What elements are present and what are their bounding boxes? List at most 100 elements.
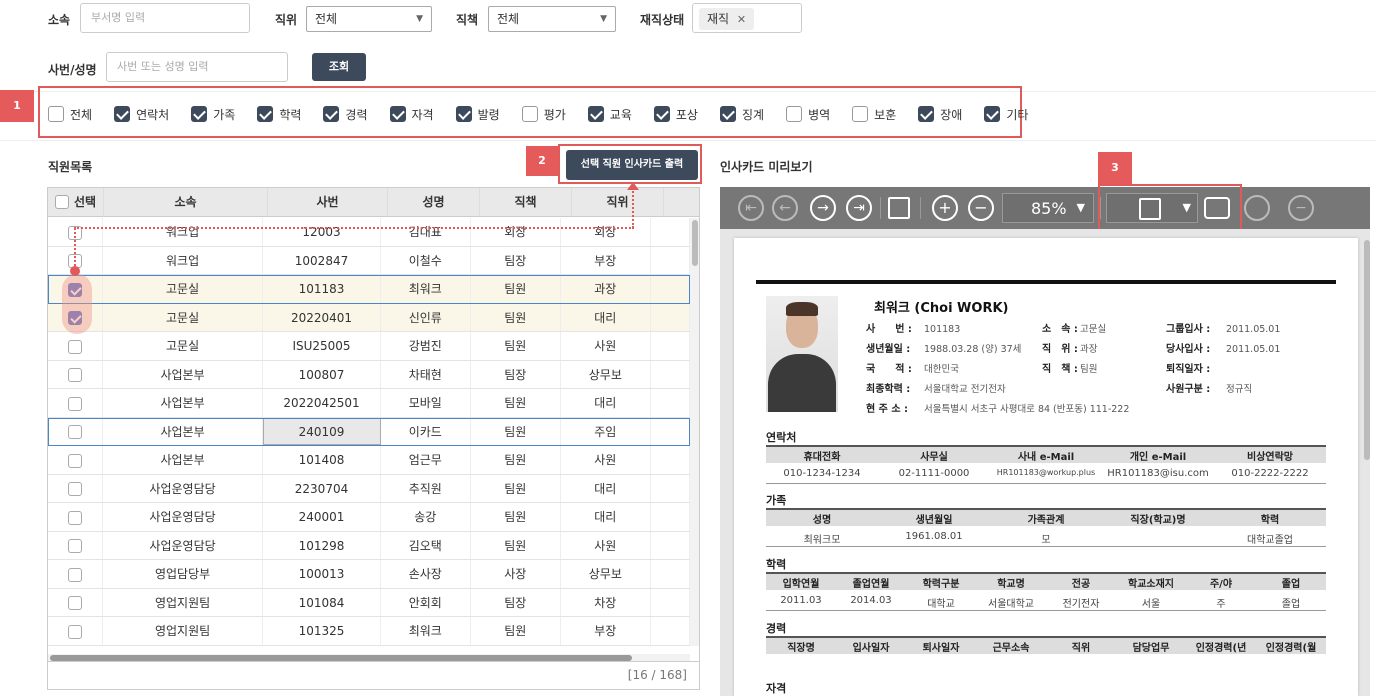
cell-extra [651, 446, 690, 474]
filter-3[interactable]: 학력 [257, 104, 301, 124]
table-row[interactable]: 워크업 1002847 이철수 팀장 부장 [48, 246, 690, 275]
row-checkbox[interactable] [67, 368, 82, 382]
print-card-button[interactable]: 선택 직원 인사카드 출력 [566, 150, 698, 180]
filter-checkbox[interactable] [653, 106, 670, 122]
filter-checkbox[interactable] [587, 106, 604, 122]
filter-4[interactable]: 경력 [323, 104, 368, 124]
filter-checkbox[interactable] [984, 106, 1001, 122]
viewer-scrollbar[interactable] [1364, 240, 1370, 460]
header-extra[interactable] [664, 188, 699, 217]
select-all-checkbox[interactable] [54, 195, 69, 209]
row-select-cell[interactable] [48, 332, 103, 360]
close-viewer-icon[interactable]: − [1288, 195, 1314, 221]
table-row[interactable]: 고문실 20220401 신인류 팀원 대리 [48, 303, 690, 332]
zoom-out-icon[interactable]: − [968, 195, 994, 221]
filter-0[interactable]: 전체 [48, 104, 92, 124]
filter-7[interactable]: 평가 [521, 104, 566, 124]
filter-6[interactable]: 발령 [455, 104, 500, 124]
row-checkbox[interactable] [67, 539, 82, 553]
table-row[interactable]: 영업지원팀 101325 최워크 팀원 부장 [48, 617, 690, 646]
table-row[interactable]: 고문실 ISU25005 강범진 팀원 사원 [48, 332, 690, 361]
row-checkbox[interactable] [67, 482, 82, 496]
filter-checkbox[interactable] [918, 106, 935, 122]
table-row[interactable]: 사업운영담당 2230704 추직원 팀원 대리 [48, 474, 690, 503]
row-select-cell[interactable] [48, 474, 103, 502]
row-select-cell[interactable] [48, 360, 103, 388]
row-checkbox[interactable] [67, 339, 82, 354]
copy-page-icon[interactable] [888, 197, 910, 219]
filter-checkbox[interactable] [48, 106, 64, 122]
header-id[interactable]: 사번 [268, 188, 388, 217]
row-checkbox[interactable] [67, 624, 82, 639]
filter-8[interactable]: 교육 [587, 104, 632, 124]
position-select[interactable]: 전체 ▼ [306, 6, 432, 32]
header-select[interactable]: 선택 [48, 188, 104, 217]
filter-1[interactable]: 연락처 [114, 104, 169, 124]
row-select-cell[interactable] [48, 560, 103, 588]
search-button[interactable]: 조회 [312, 53, 366, 81]
table-row[interactable]: 사업본부 2022042501 모바일 팀원 대리 [48, 389, 690, 418]
horizontal-scrollbar[interactable] [48, 654, 690, 661]
row-select-cell[interactable] [48, 446, 103, 474]
close-icon[interactable]: ✕ [737, 13, 746, 26]
row-select-cell[interactable] [48, 389, 103, 417]
table-row[interactable]: 영업담당부 100013 손사장 사장 상무보 [48, 560, 690, 589]
row-checkbox[interactable] [67, 567, 82, 582]
filter-checkbox[interactable] [191, 106, 208, 122]
next-page-icon[interactable]: → [810, 195, 836, 221]
filter-checkbox[interactable] [521, 106, 538, 122]
status-select[interactable]: 재직 ✕ [692, 3, 802, 33]
filter-checkbox[interactable] [852, 106, 869, 122]
header-name[interactable]: 성명 [388, 188, 480, 217]
header-duty[interactable]: 직책 [480, 188, 572, 217]
filter-13[interactable]: 장애 [918, 104, 962, 124]
table-row[interactable]: 워크업 12003 김대표 회장 회장 [48, 218, 690, 247]
emp-input[interactable]: 사번 또는 성명 입력 [106, 52, 288, 82]
filter-2[interactable]: 가족 [191, 104, 235, 124]
row-checkbox[interactable] [67, 596, 82, 610]
filter-9[interactable]: 포상 [653, 104, 698, 124]
table-row[interactable]: 사업본부 100807 차태현 팀장 상무보 [48, 360, 690, 389]
vertical-scrollbar[interactable] [690, 218, 699, 646]
row-checkbox[interactable] [67, 396, 82, 411]
send-email-icon[interactable] [1244, 195, 1270, 221]
filter-10[interactable]: 징계 [719, 104, 764, 124]
row-select-cell[interactable] [48, 503, 103, 531]
filter-14[interactable]: 기타 [984, 104, 1028, 124]
row-select-cell[interactable] [48, 417, 103, 445]
filter-12[interactable]: 보훈 [852, 104, 896, 124]
row-checkbox[interactable] [67, 510, 82, 525]
row-select-cell[interactable] [48, 617, 103, 645]
filter-checkbox[interactable] [114, 106, 131, 122]
table-row[interactable]: 사업본부 101408 엄근무 팀원 사원 [48, 446, 690, 475]
filter-checkbox[interactable] [786, 106, 803, 122]
filter-checkbox[interactable] [323, 106, 340, 122]
card-field-row: 사원구분 : 정규직 [1166, 380, 1280, 400]
filter-5[interactable]: 자격 [389, 104, 434, 124]
table-row[interactable]: 고문실 101183 최워크 팀원 과장 [48, 275, 690, 304]
table-row[interactable]: 사업운영담당 101298 김오택 팀원 사원 [48, 531, 690, 560]
filter-checkbox[interactable] [389, 106, 406, 122]
zoom-select[interactable]: 85% ▼ [1002, 193, 1094, 223]
first-page-icon[interactable]: ⇤ [738, 195, 764, 221]
dept-input[interactable]: 부서명 입력 [80, 3, 250, 33]
horizontal-scroll-thumb[interactable] [50, 655, 632, 661]
row-checkbox[interactable] [67, 425, 82, 439]
table-row[interactable]: 사업운영담당 240001 송강 팀원 대리 [48, 503, 690, 532]
filter-11[interactable]: 병역 [786, 104, 830, 124]
table-row[interactable]: 사업본부 240109 이카드 팀원 주임 [48, 417, 690, 446]
duty-select[interactable]: 전체 ▼ [488, 6, 616, 32]
header-position[interactable]: 직위 [572, 188, 664, 217]
header-dept[interactable]: 소속 [104, 188, 268, 217]
vertical-scroll-thumb[interactable] [692, 220, 698, 266]
row-checkbox[interactable] [67, 453, 82, 468]
last-page-icon[interactable]: ⇥ [846, 195, 872, 221]
row-select-cell[interactable] [48, 531, 103, 559]
prev-page-icon[interactable]: ← [772, 195, 798, 221]
filter-checkbox[interactable] [719, 106, 736, 122]
zoom-in-icon[interactable]: + [932, 195, 958, 221]
row-select-cell[interactable] [48, 588, 103, 616]
table-row[interactable]: 영업지원팀 101084 안회회 팀장 차장 [48, 588, 690, 617]
filter-checkbox[interactable] [257, 106, 274, 122]
filter-checkbox[interactable] [455, 106, 472, 122]
